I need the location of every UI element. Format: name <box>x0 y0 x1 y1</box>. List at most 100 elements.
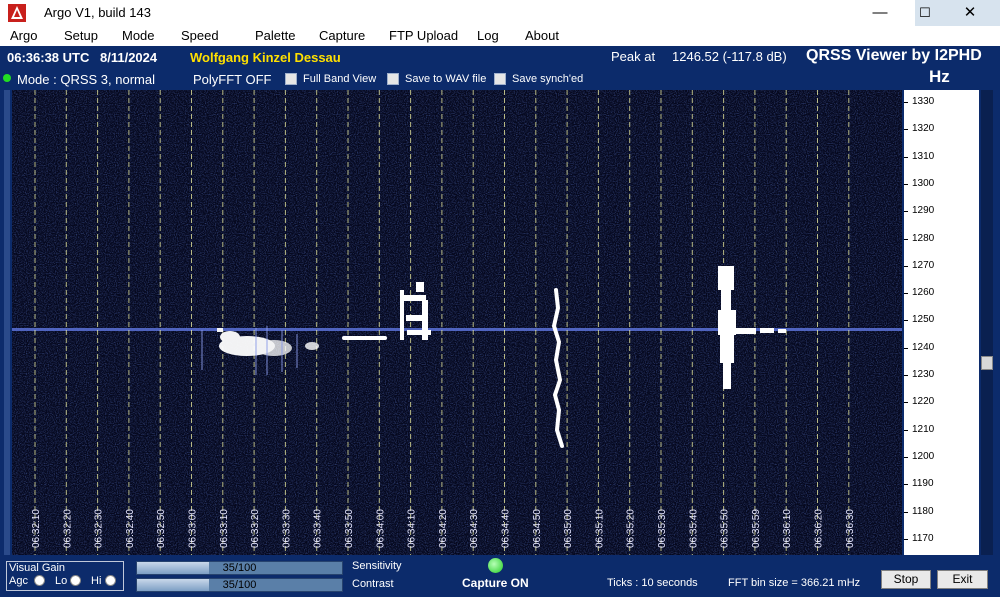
contrast-value: 35/100 <box>222 579 257 591</box>
save-wav-label: Save to WAV file <box>405 73 487 85</box>
utc-time: 06:36:38 UTC <box>7 50 90 65</box>
save-synched-label: Save synch'ed <box>512 73 584 85</box>
time-label: 06:32:10 <box>31 509 42 548</box>
time-label: 06:36:20 <box>814 509 825 548</box>
sensitivity-label: Sensitivity <box>352 560 402 572</box>
time-label: 06:35:20 <box>626 509 637 548</box>
close-button[interactable]: ✕ <box>955 2 985 24</box>
exit-button[interactable]: Exit <box>937 570 988 589</box>
contrast-label: Contrast <box>352 578 394 590</box>
brand-label: QRSS Viewer by I2PHD <box>806 47 982 64</box>
scrollbar-thumb[interactable] <box>981 356 993 370</box>
time-label: 06:33:20 <box>250 509 261 548</box>
freq-label: 1170 <box>912 532 934 544</box>
time-label: 06:35:59 <box>751 509 762 548</box>
freq-label: 1290 <box>912 205 935 217</box>
lo-radio[interactable] <box>70 575 81 586</box>
visual-gain-label: Visual Gain <box>9 562 66 574</box>
freq-label: 1260 <box>912 287 935 299</box>
save-wav-checkbox[interactable] <box>387 73 399 85</box>
freq-tick <box>904 293 908 295</box>
contrast-slider[interactable]: 35/100 <box>136 578 343 592</box>
freq-tick <box>904 456 908 458</box>
unit-label: Hz <box>929 67 950 86</box>
freq-tick <box>904 347 908 349</box>
stop-button[interactable]: Stop <box>881 570 931 589</box>
hi-label: Hi <box>91 575 102 587</box>
menu-palette[interactable]: Palette <box>255 28 295 43</box>
app-icon <box>8 4 26 22</box>
window-title: Argo V1, build 143 <box>44 5 151 20</box>
vertical-scrollbar[interactable] <box>981 90 993 555</box>
hi-radio[interactable] <box>105 575 116 586</box>
title-bar: Argo V1, build 143 — ☐ ✕ <box>0 0 1000 26</box>
time-label: 06:33:50 <box>344 509 355 548</box>
status-led-icon <box>3 74 11 82</box>
time-label: 06:35:30 <box>657 509 668 548</box>
capture-led-icon <box>488 558 503 573</box>
time-label: 06:34:00 <box>375 509 386 548</box>
menu-about[interactable]: About <box>525 28 559 43</box>
time-label: 06:32:30 <box>94 509 105 548</box>
time-label: 06:32:40 <box>125 509 136 548</box>
agc-radio[interactable] <box>34 575 45 586</box>
time-label: 06:33:00 <box>188 509 199 548</box>
menu-bar: Argo Setup Mode Speed Palette Capture FT… <box>0 26 1000 46</box>
waterfall-display[interactable]: 06:32:10 06:32:20 06:32:30 06:32:40 06:32:50… <box>12 90 902 555</box>
freq-label: 1210 <box>912 423 935 435</box>
sensitivity-slider[interactable]: 35/100 <box>136 561 343 575</box>
full-band-label: Full Band View <box>303 73 377 85</box>
left-level-bar <box>4 90 10 555</box>
menu-argo[interactable]: Argo <box>10 28 37 43</box>
ticks-label: Ticks : 10 seconds <box>607 577 698 589</box>
time-label: 06:32:20 <box>62 509 73 548</box>
time-label: 06:36:30 <box>845 509 856 548</box>
freq-label: 1310 <box>912 150 935 162</box>
polyfft-toggle[interactable]: PolyFFT OFF <box>193 72 271 87</box>
menu-mode[interactable]: Mode <box>122 28 155 43</box>
maximize-button[interactable]: ☐ <box>910 2 940 24</box>
menu-log[interactable]: Log <box>477 28 499 43</box>
time-label: 06:35:40 <box>688 509 699 548</box>
freq-tick <box>904 429 908 431</box>
freq-label: 1190 <box>912 478 934 490</box>
time-label: 06:34:40 <box>501 509 512 548</box>
freq-label: 1320 <box>912 123 935 135</box>
peak-value: 1246.52 (-117.8 dB) <box>672 49 787 64</box>
freq-tick <box>904 156 908 158</box>
freq-tick <box>904 320 908 322</box>
freq-label: 1270 <box>912 259 935 271</box>
freq-tick <box>904 211 908 213</box>
freq-tick <box>904 484 908 486</box>
time-label: 06:36:10 <box>782 509 793 548</box>
freq-label: 1180 <box>912 505 934 517</box>
freq-label: 1250 <box>912 314 935 326</box>
frequency-scale: 1330 1320 1310 1300 1290 1280 1270 1260 1250 1240… <box>904 90 979 555</box>
time-label: 06:34:20 <box>438 509 449 548</box>
mode-label: Mode : QRSS 3, normal <box>17 72 155 87</box>
time-label: 06:34:10 <box>407 509 418 548</box>
date: 8/11/2024 <box>100 50 158 65</box>
time-label: 06:34:30 <box>469 509 480 548</box>
full-band-checkbox[interactable] <box>285 73 297 85</box>
freq-tick <box>904 375 908 376</box>
freq-tick <box>904 129 908 131</box>
menu-ftp-upload[interactable]: FTP Upload <box>389 28 458 43</box>
noise-texture <box>12 90 902 555</box>
sensitivity-value: 35/100 <box>222 562 257 574</box>
freq-tick <box>904 238 908 240</box>
menu-speed[interactable]: Speed <box>181 28 219 43</box>
freq-tick <box>904 402 908 404</box>
freq-tick <box>904 538 908 540</box>
minimize-button[interactable]: — <box>865 2 895 24</box>
freq-label: 1330 <box>912 96 935 107</box>
agc-label: Agc <box>9 575 28 587</box>
save-synched-checkbox[interactable] <box>494 73 506 85</box>
menu-setup[interactable]: Setup <box>64 28 98 43</box>
callsign: Wolfgang Kinzel Dessau <box>190 50 341 65</box>
time-label: 06:35:50 <box>720 509 731 548</box>
menu-capture[interactable]: Capture <box>319 28 365 43</box>
freq-label: 1280 <box>912 232 935 244</box>
freq-tick <box>904 265 908 267</box>
time-label: 06:33:40 <box>313 509 324 548</box>
